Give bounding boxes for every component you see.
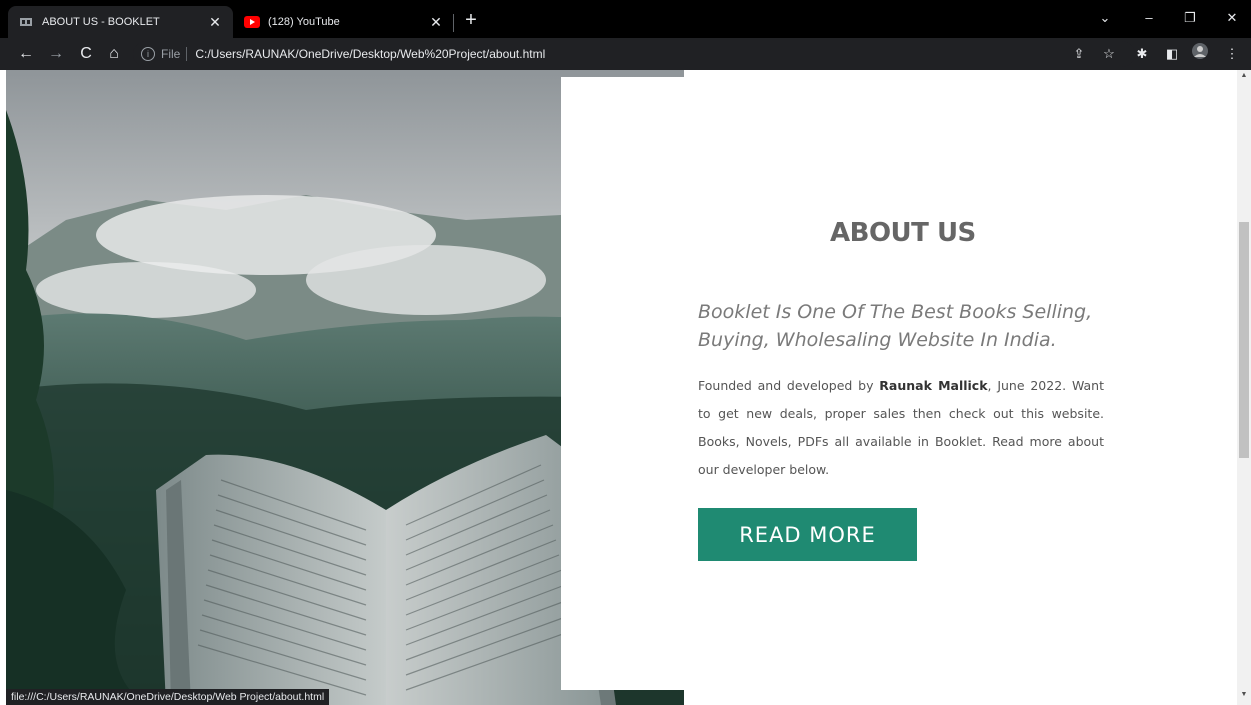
close-icon[interactable]: ✕ bbox=[207, 14, 223, 30]
close-icon[interactable]: ✕ bbox=[428, 14, 444, 30]
home-icon[interactable]: ⌂ bbox=[102, 42, 126, 66]
reload-icon[interactable]: C bbox=[74, 42, 98, 66]
page-viewport: ABOUT US Booklet Is One Of The Best Book… bbox=[0, 70, 1251, 705]
tab-youtube[interactable]: (128) YouTube ✕ bbox=[234, 6, 454, 38]
youtube-icon bbox=[244, 14, 260, 30]
menu-icon[interactable]: ⋮ bbox=[1220, 42, 1244, 66]
booklet-icon bbox=[18, 14, 34, 30]
side-panel-icon[interactable]: ◧ bbox=[1160, 42, 1184, 66]
status-bar-url: file:///C:/Users/RAUNAK/OneDrive/Desktop… bbox=[6, 689, 330, 705]
omnibox-divider bbox=[186, 47, 188, 61]
tab-title: ABOUT US - BOOKLET bbox=[42, 16, 160, 28]
minimize-icon[interactable]: – bbox=[1134, 5, 1164, 31]
scroll-thumb[interactable] bbox=[1239, 222, 1249, 458]
tab-strip: ABOUT US - BOOKLET ✕ (128) YouTube ✕ + ⌄… bbox=[0, 0, 1251, 38]
tab-title: (128) YouTube bbox=[268, 16, 340, 28]
url-text: C:/Users/RAUNAK/OneDrive/Desktop/Web%20P… bbox=[195, 47, 546, 61]
read-more-button[interactable]: READ MORE bbox=[698, 508, 917, 561]
restore-icon[interactable]: ❐ bbox=[1175, 5, 1205, 31]
founder-name: Raunak Mallick bbox=[879, 378, 988, 393]
page-subtitle: Booklet Is One Of The Best Books Selling… bbox=[698, 301, 1093, 351]
tab-about-us[interactable]: ABOUT US - BOOKLET ✕ bbox=[8, 6, 233, 38]
scroll-up-icon[interactable]: ▲ bbox=[1237, 72, 1251, 84]
scroll-down-icon[interactable]: ▼ bbox=[1237, 691, 1251, 703]
scheme-label: File bbox=[161, 47, 181, 61]
scrollbar[interactable]: ▲ ▼ bbox=[1237, 70, 1251, 705]
tab-separator bbox=[453, 14, 454, 32]
bookmark-star-icon[interactable]: ☆ bbox=[1097, 42, 1121, 66]
page-title: ABOUT US bbox=[830, 218, 976, 248]
profile-avatar[interactable] bbox=[1188, 42, 1212, 66]
window-close-icon[interactable]: ✕ bbox=[1217, 5, 1247, 31]
about-description: Founded and developed by Raunak Mallick,… bbox=[698, 372, 1104, 484]
info-icon[interactable]: i bbox=[141, 47, 155, 61]
extensions-icon[interactable]: ✱ bbox=[1130, 42, 1154, 66]
forward-icon[interactable]: → bbox=[44, 42, 68, 66]
back-icon[interactable]: ← bbox=[14, 42, 38, 66]
tab-search-icon[interactable]: ⌄ bbox=[1090, 5, 1120, 31]
address-bar[interactable]: i File C:/Users/RAUNAK/OneDrive/Desktop/… bbox=[133, 41, 1135, 67]
new-tab-icon[interactable]: + bbox=[460, 9, 482, 31]
browser-toolbar: ← → C ⌂ i File C:/Users/RAUNAK/OneDrive/… bbox=[0, 38, 1251, 70]
share-icon[interactable]: ⇪ bbox=[1067, 42, 1091, 66]
description-prefix: Founded and developed by bbox=[698, 378, 880, 393]
